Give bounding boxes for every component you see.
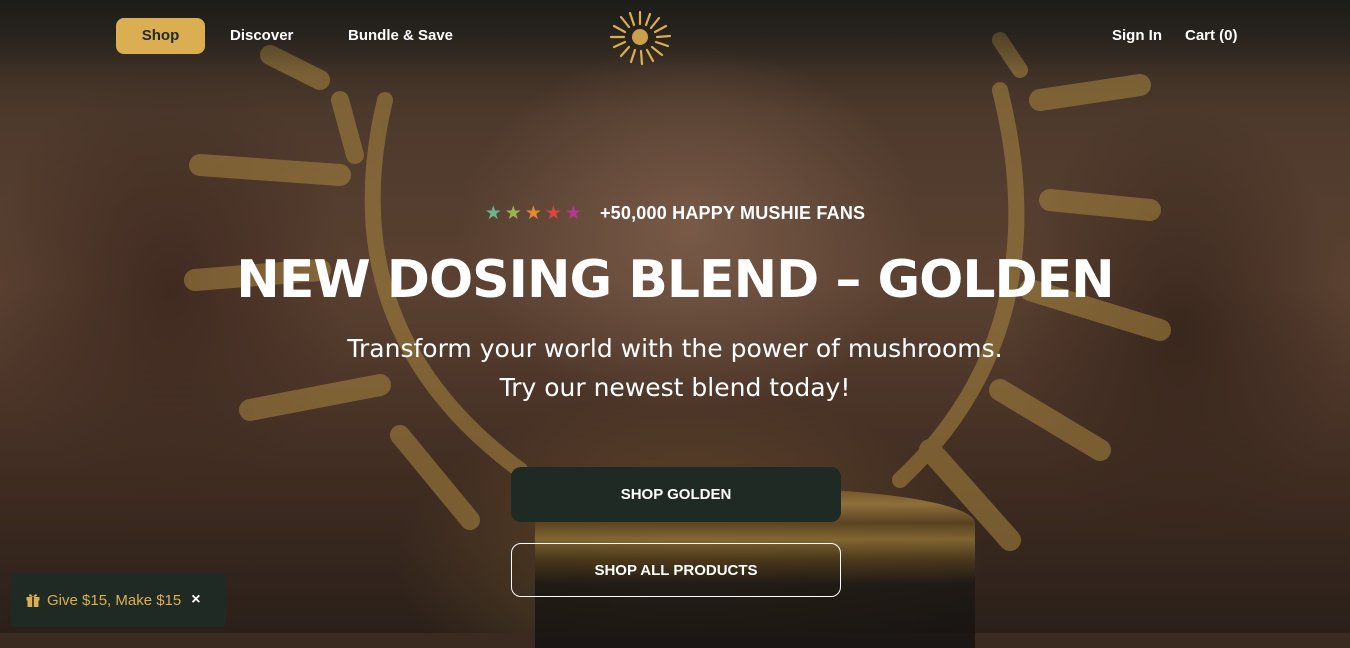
- shop-golden-button[interactable]: SHOP GOLDEN: [511, 467, 841, 522]
- shop-all-products-button[interactable]: SHOP ALL PRODUCTS: [511, 543, 841, 597]
- fans-count-text: +50,000 HAPPY MUSHIE FANS: [599, 202, 866, 223]
- nav-bundle-save-link[interactable]: Bundle & Save: [348, 18, 453, 54]
- star-icon: ★: [484, 202, 502, 224]
- hero-overlay: [0, 0, 1350, 633]
- star-icon: ★: [504, 202, 522, 224]
- cart-link[interactable]: Cart (0): [1185, 18, 1238, 54]
- hero-headline: NEW DOSING BLEND – GOLDEN: [236, 250, 1114, 310]
- star-icon: ★: [544, 202, 562, 224]
- gift-icon: [26, 594, 40, 607]
- sign-in-link[interactable]: Sign In: [1112, 18, 1162, 54]
- star-rating: ★ ★ ★ ★ ★: [485, 204, 582, 223]
- star-icon: ★: [564, 202, 582, 224]
- star-icon: ★: [524, 202, 542, 224]
- hero-subtitle-line2: Try our newest blend today!: [499, 373, 851, 402]
- close-icon[interactable]: ×: [191, 591, 200, 609]
- promo-label: Give $15, Make $15: [47, 591, 182, 609]
- rating-row: ★ ★ ★ ★ ★ +50,000 HAPPY MUSHIE FANS: [0, 200, 1350, 226]
- nav-discover-link[interactable]: Discover: [230, 18, 293, 54]
- referral-promo-widget[interactable]: Give $15, Make $15 ×: [11, 573, 226, 627]
- hero-subtitle-line1: Transform your world with the power of m…: [347, 334, 1003, 363]
- brand-logo-icon[interactable]: [598, 4, 682, 68]
- nav-shop-button[interactable]: Shop: [116, 18, 205, 54]
- top-navigation: Shop Discover Bundle & Save Sign In Cart…: [0, 0, 1350, 72]
